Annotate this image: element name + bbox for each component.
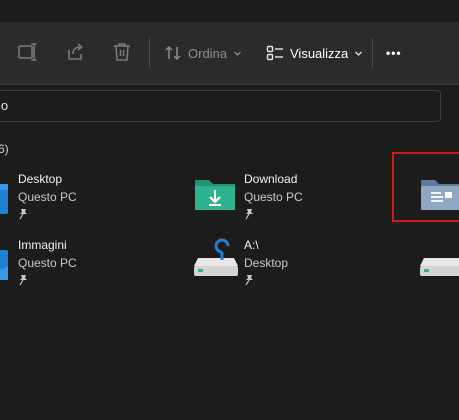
view-button[interactable]: Visualizza bbox=[266, 41, 363, 65]
quick-access-group-header: 6) bbox=[0, 142, 9, 156]
more-options-icon: ••• bbox=[386, 46, 402, 60]
view-options-icon bbox=[266, 45, 283, 61]
sort-button[interactable]: Ordina bbox=[164, 41, 242, 65]
quick-access-item-immagini[interactable]: Immagini Questo PC bbox=[0, 234, 120, 290]
item-name: Download bbox=[244, 172, 298, 186]
pin-icon bbox=[245, 275, 253, 286]
rename-icon[interactable] bbox=[17, 41, 39, 63]
download-folder-icon bbox=[195, 180, 235, 210]
toolbar-separator bbox=[149, 38, 150, 68]
sort-icon bbox=[165, 46, 181, 60]
share-icon[interactable] bbox=[64, 41, 86, 63]
more-options-button[interactable]: ••• bbox=[386, 41, 402, 65]
pictures-folder-icon bbox=[0, 250, 8, 280]
network-drive-icon bbox=[194, 238, 238, 276]
item-location: Questo PC bbox=[244, 190, 303, 204]
quick-access-item-desktop[interactable]: Desktop Questo PC bbox=[0, 168, 120, 224]
chevron-down-icon bbox=[234, 51, 241, 56]
pin-icon bbox=[19, 275, 27, 286]
highlight-box bbox=[392, 152, 459, 222]
toolbar-separator bbox=[372, 38, 373, 68]
desktop-folder-icon bbox=[0, 184, 8, 214]
address-bar[interactable]: lo bbox=[0, 90, 441, 122]
pin-icon bbox=[19, 209, 27, 220]
drive-icon bbox=[420, 258, 459, 276]
pin-icon bbox=[245, 209, 253, 220]
quick-access-item-drive[interactable] bbox=[415, 234, 459, 290]
item-name: Desktop bbox=[18, 172, 63, 186]
address-path: lo bbox=[0, 98, 9, 113]
item-name: Immagini bbox=[18, 238, 67, 252]
sort-label: Ordina bbox=[188, 45, 228, 61]
item-location: Questo PC bbox=[18, 190, 77, 204]
delete-icon[interactable] bbox=[111, 41, 133, 63]
item-location: Questo PC bbox=[18, 256, 77, 270]
command-bar: Ordina Visualizza ••• bbox=[0, 22, 459, 85]
quick-access-item-network-drive[interactable]: A:\ Desktop bbox=[190, 234, 330, 290]
item-location: Desktop bbox=[244, 256, 289, 270]
view-label: Visualizza bbox=[290, 45, 349, 61]
chevron-down-icon bbox=[355, 51, 363, 56]
quick-access-item-download[interactable]: Download Questo PC bbox=[190, 168, 330, 224]
item-name: A:\ bbox=[244, 238, 259, 252]
